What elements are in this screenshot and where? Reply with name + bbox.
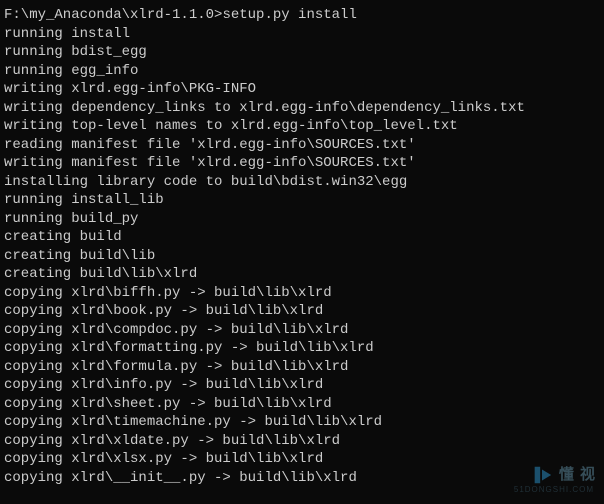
terminal-line: copying xlrd\book.py -> build\lib\xlrd bbox=[4, 302, 600, 321]
terminal-line: creating build bbox=[4, 228, 600, 247]
terminal-line: copying xlrd\timemachine.py -> build\lib… bbox=[4, 413, 600, 432]
terminal-line: running egg_info bbox=[4, 62, 600, 81]
terminal-line: creating build\lib bbox=[4, 247, 600, 266]
terminal-line: reading manifest file 'xlrd.egg-info\SOU… bbox=[4, 136, 600, 155]
terminal-line: copying xlrd\__init__.py -> build\lib\xl… bbox=[4, 469, 600, 488]
terminal-line: copying xlrd\formatting.py -> build\lib\… bbox=[4, 339, 600, 358]
terminal-line: writing top-level names to xlrd.egg-info… bbox=[4, 117, 600, 136]
terminal-line: copying xlrd\info.py -> build\lib\xlrd bbox=[4, 376, 600, 395]
terminal-line: copying xlrd\sheet.py -> build\lib\xlrd bbox=[4, 395, 600, 414]
terminal-line: copying xlrd\compdoc.py -> build\lib\xlr… bbox=[4, 321, 600, 340]
terminal-line: writing dependency_links to xlrd.egg-inf… bbox=[4, 99, 600, 118]
terminal-line: copying xlrd\formula.py -> build\lib\xlr… bbox=[4, 358, 600, 377]
prompt-line: F:\my_Anaconda\xlrd-1.1.0>setup.py insta… bbox=[4, 6, 600, 25]
terminal-line: writing manifest file 'xlrd.egg-info\SOU… bbox=[4, 154, 600, 173]
terminal-line: running build_py bbox=[4, 210, 600, 229]
terminal-line: running install_lib bbox=[4, 191, 600, 210]
terminal-line: writing xlrd.egg-info\PKG-INFO bbox=[4, 80, 600, 99]
prompt-command: setup.py install bbox=[222, 7, 356, 23]
terminal-line: creating build\lib\xlrd bbox=[4, 265, 600, 284]
terminal-output[interactable]: F:\my_Anaconda\xlrd-1.1.0>setup.py insta… bbox=[4, 6, 600, 487]
terminal-line: installing library code to build\bdist.w… bbox=[4, 173, 600, 192]
prompt-path: F:\my_Anaconda\xlrd-1.1.0> bbox=[4, 7, 222, 23]
terminal-line: copying xlrd\xlsx.py -> build\lib\xlrd bbox=[4, 450, 600, 469]
terminal-line: copying xlrd\biffh.py -> build\lib\xlrd bbox=[4, 284, 600, 303]
terminal-line: copying xlrd\xldate.py -> build\lib\xlrd bbox=[4, 432, 600, 451]
terminal-line: running bdist_egg bbox=[4, 43, 600, 62]
terminal-line: running install bbox=[4, 25, 600, 44]
